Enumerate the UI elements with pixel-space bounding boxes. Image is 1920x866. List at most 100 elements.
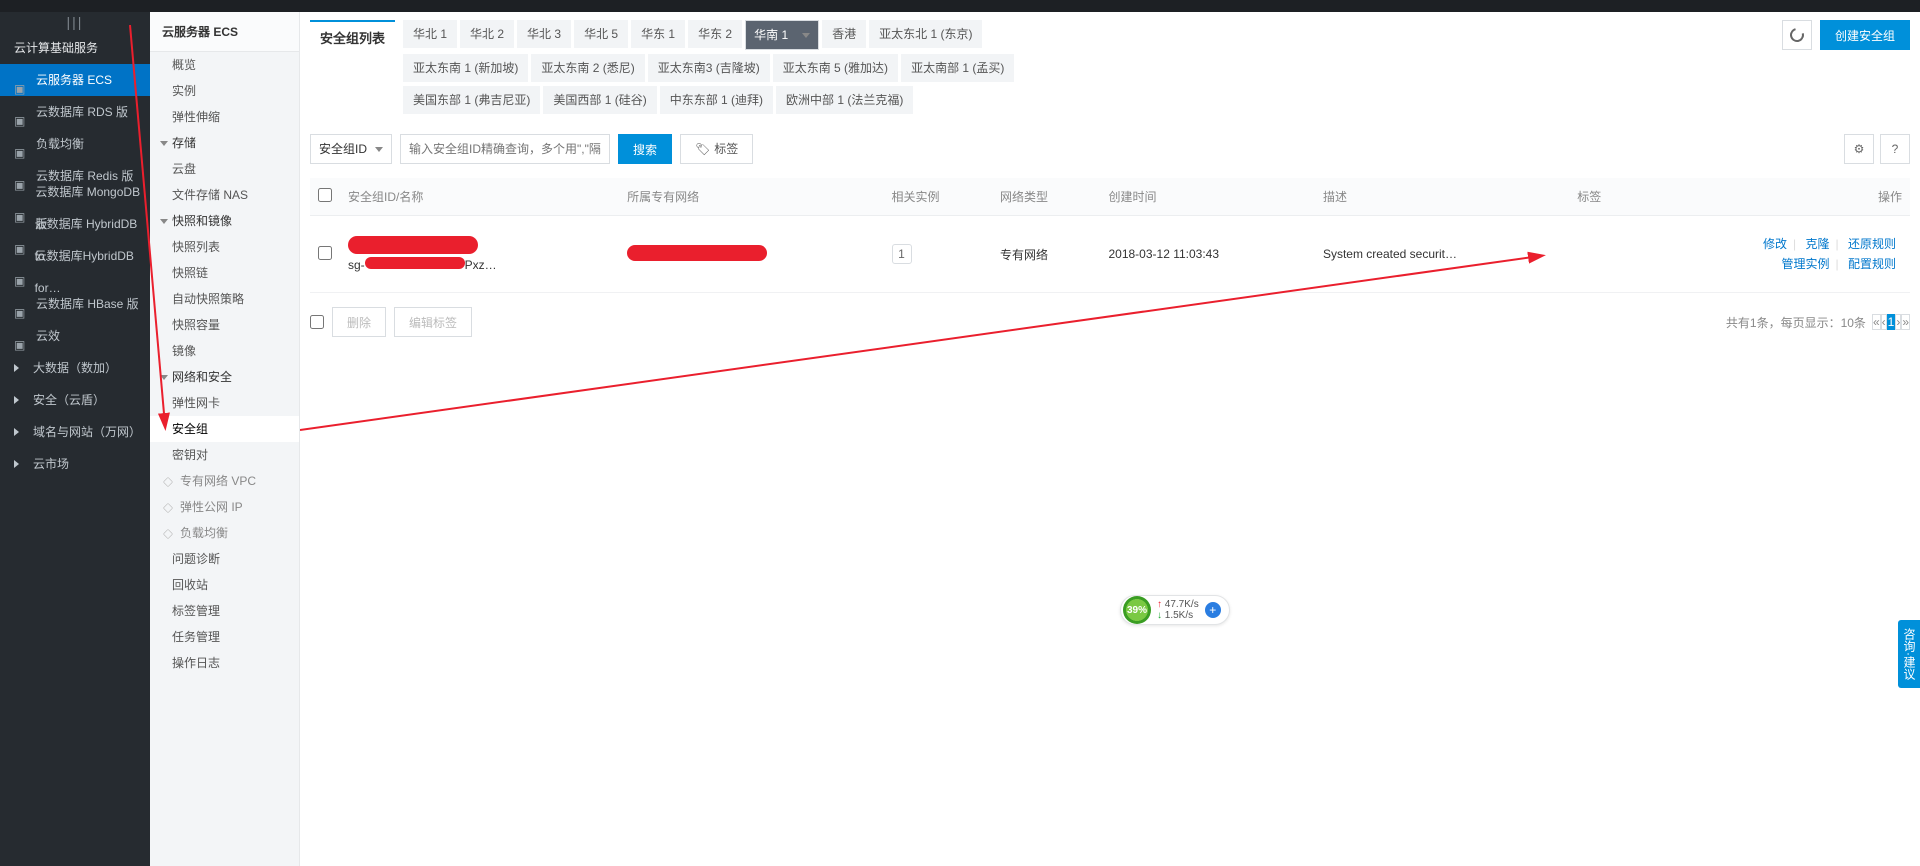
create-security-group-button[interactable]: 创建安全组	[1820, 20, 1910, 50]
rail-section[interactable]: 云市场	[0, 448, 150, 480]
action-modify[interactable]: 修改	[1757, 237, 1793, 251]
region-tab[interactable]: 华北 3	[517, 20, 571, 48]
caret-right-icon	[14, 396, 19, 404]
search-button[interactable]: 搜索	[618, 134, 672, 164]
region-tab[interactable]: 华北 2	[460, 20, 514, 48]
region-tab[interactable]: 华东 1	[631, 20, 685, 48]
sidebar-group-network[interactable]: 网络和安全	[150, 364, 299, 390]
rail-item[interactable]: ▣云效	[0, 320, 150, 352]
filter-field-select[interactable]: 安全组ID	[310, 134, 392, 164]
edit-tag-button[interactable]: 编辑标签	[394, 307, 472, 337]
sidebar-item[interactable]: 快照列表	[150, 234, 299, 260]
region-tab[interactable]: 亚太东南 2 (悉尼)	[531, 54, 644, 82]
sidebar-item[interactable]: 快照链	[150, 260, 299, 286]
network-speed-widget[interactable]: 39% 47.7K/s 1.5K/s +	[1120, 595, 1230, 625]
help-button[interactable]: ?	[1880, 134, 1910, 164]
column-header: 安全组ID/名称	[340, 178, 619, 216]
sidebar-item[interactable]: 弹性伸缩	[150, 104, 299, 130]
tag-filter-button[interactable]: 🏷标签	[680, 134, 753, 164]
pagination: 共有1条，每页显示：10条 «‹1›»	[1726, 310, 1910, 334]
product-rail: ||| 云计算基础服务 ▣云服务器 ECS▣云数据库 RDS 版▣负载均衡 ▣云数…	[0, 12, 150, 866]
pagination-summary: 共有1条，每页显示：10条	[1726, 314, 1866, 331]
sidebar-item[interactable]: 云盘	[150, 156, 299, 182]
sidebar-item[interactable]: 自动快照策略	[150, 286, 299, 312]
region-tab[interactable]: 中东东部 1 (迪拜)	[660, 86, 773, 114]
service-sidebar: 云服务器 ECS 概览实例弹性伸缩 存储 云盘文件存储 NAS 快照和镜像 快照…	[150, 12, 300, 866]
region-tab[interactable]: 亚太东南 1 (新加坡)	[403, 54, 528, 82]
feedback-tab[interactable]: 咨询·建议	[1898, 620, 1920, 688]
region-tab[interactable]: 亚太南部 1 (孟买)	[901, 54, 1014, 82]
region-tab[interactable]: 华南 1	[745, 20, 819, 50]
expand-widget-icon[interactable]: +	[1205, 602, 1221, 618]
sidebar-external-link[interactable]: 专有网络 VPC	[150, 468, 299, 494]
rail-item[interactable]: ▣云数据库 RDS 版	[0, 96, 150, 128]
region-tab[interactable]: 亚太东南3 (吉隆坡)	[648, 54, 770, 82]
action-configure-rules[interactable]: 配置规则	[1842, 257, 1902, 271]
select-all-checkbox[interactable]	[318, 188, 332, 202]
region-tab[interactable]: 华东 2	[688, 20, 742, 48]
action-clone[interactable]: 克隆	[1800, 237, 1836, 251]
redacted-mark	[348, 236, 478, 254]
delete-button[interactable]: 删除	[332, 307, 386, 337]
product-icon: ▣	[14, 105, 28, 119]
rail-header[interactable]: 云计算基础服务	[0, 32, 150, 64]
caret-right-icon	[14, 364, 19, 372]
cell-network-type: 专有网络	[992, 216, 1100, 293]
rail-item[interactable]: ▣云数据库 HBase 版	[0, 288, 150, 320]
sidebar-item[interactable]: 镜像	[150, 338, 299, 364]
rail-item[interactable]: ▣负载均衡	[0, 128, 150, 160]
sidebar-item[interactable]: 概览	[150, 52, 299, 78]
cell-actions: 修改| 克隆| 还原规则 管理实例| 配置规则	[1637, 216, 1910, 293]
sidebar-item[interactable]: 标签管理	[150, 598, 299, 624]
sidebar-group-storage[interactable]: 存储	[150, 130, 299, 156]
sidebar-item[interactable]: 任务管理	[150, 624, 299, 650]
sidebar-item[interactable]: 回收站	[150, 572, 299, 598]
cell-instances: 1	[884, 216, 992, 293]
column-header: 标签	[1569, 178, 1637, 216]
sidebar-item[interactable]: 快照容量	[150, 312, 299, 338]
sidebar-group-snapshot[interactable]: 快照和镜像	[150, 208, 299, 234]
page-button[interactable]: 1	[1887, 314, 1896, 330]
sidebar-item[interactable]: 操作日志	[150, 650, 299, 676]
rail-item[interactable]: ▣云数据库HybridDB for…	[0, 256, 150, 288]
product-icon: ▣	[14, 73, 28, 87]
sidebar-external-link[interactable]: 弹性公网 IP	[150, 494, 299, 520]
footer-select-all-checkbox[interactable]	[310, 315, 324, 329]
rail-collapse-icon[interactable]: |||	[0, 12, 150, 32]
page-button[interactable]: ‹	[1881, 314, 1887, 330]
region-tab[interactable]: 美国东部 1 (弗吉尼亚)	[403, 86, 540, 114]
sidebar-external-link[interactable]: 负载均衡	[150, 520, 299, 546]
region-tab[interactable]: 美国西部 1 (硅谷)	[543, 86, 656, 114]
rail-section[interactable]: 安全（云盾）	[0, 384, 150, 416]
sidebar-item[interactable]: 密钥对	[150, 442, 299, 468]
region-tab[interactable]: 欧洲中部 1 (法兰克福)	[776, 86, 913, 114]
security-group-table: 安全组ID/名称所属专有网络相关实例网络类型创建时间描述标签操作 sg-Pxz……	[310, 178, 1910, 293]
refresh-button[interactable]	[1782, 20, 1812, 50]
sidebar-item[interactable]: 安全组	[150, 416, 299, 442]
column-settings-button[interactable]: ⚙	[1844, 134, 1874, 164]
region-tab[interactable]: 亚太东南 5 (雅加达)	[773, 54, 898, 82]
sidebar-item[interactable]: 文件存储 NAS	[150, 182, 299, 208]
download-speed: 1.5K/s	[1157, 610, 1199, 621]
tab-security-group-list[interactable]: 安全组列表	[310, 20, 395, 53]
rail-section[interactable]: 大数据（数加）	[0, 352, 150, 384]
rail-item[interactable]: ▣云服务器 ECS	[0, 64, 150, 96]
action-restore-rules[interactable]: 还原规则	[1842, 237, 1902, 251]
row-checkbox[interactable]	[318, 246, 332, 260]
region-tab[interactable]: 华北 5	[574, 20, 628, 48]
region-tab[interactable]: 亚太东北 1 (东京)	[869, 20, 982, 48]
column-header: 操作	[1637, 178, 1910, 216]
cell-sg-id: sg-Pxz…	[340, 216, 619, 293]
region-tab[interactable]: 华北 1	[403, 20, 457, 48]
refresh-icon	[1787, 25, 1806, 44]
sidebar-item[interactable]: 弹性网卡	[150, 390, 299, 416]
column-header: 相关实例	[884, 178, 992, 216]
page-button[interactable]: «	[1872, 314, 1881, 330]
action-manage-instances[interactable]: 管理实例	[1776, 257, 1836, 271]
filter-input[interactable]	[400, 134, 610, 164]
region-tab[interactable]: 香港	[822, 20, 866, 48]
rail-section[interactable]: 域名与网站（万网）	[0, 416, 150, 448]
page-button[interactable]: »	[1901, 314, 1910, 330]
sidebar-item[interactable]: 问题诊断	[150, 546, 299, 572]
sidebar-item[interactable]: 实例	[150, 78, 299, 104]
